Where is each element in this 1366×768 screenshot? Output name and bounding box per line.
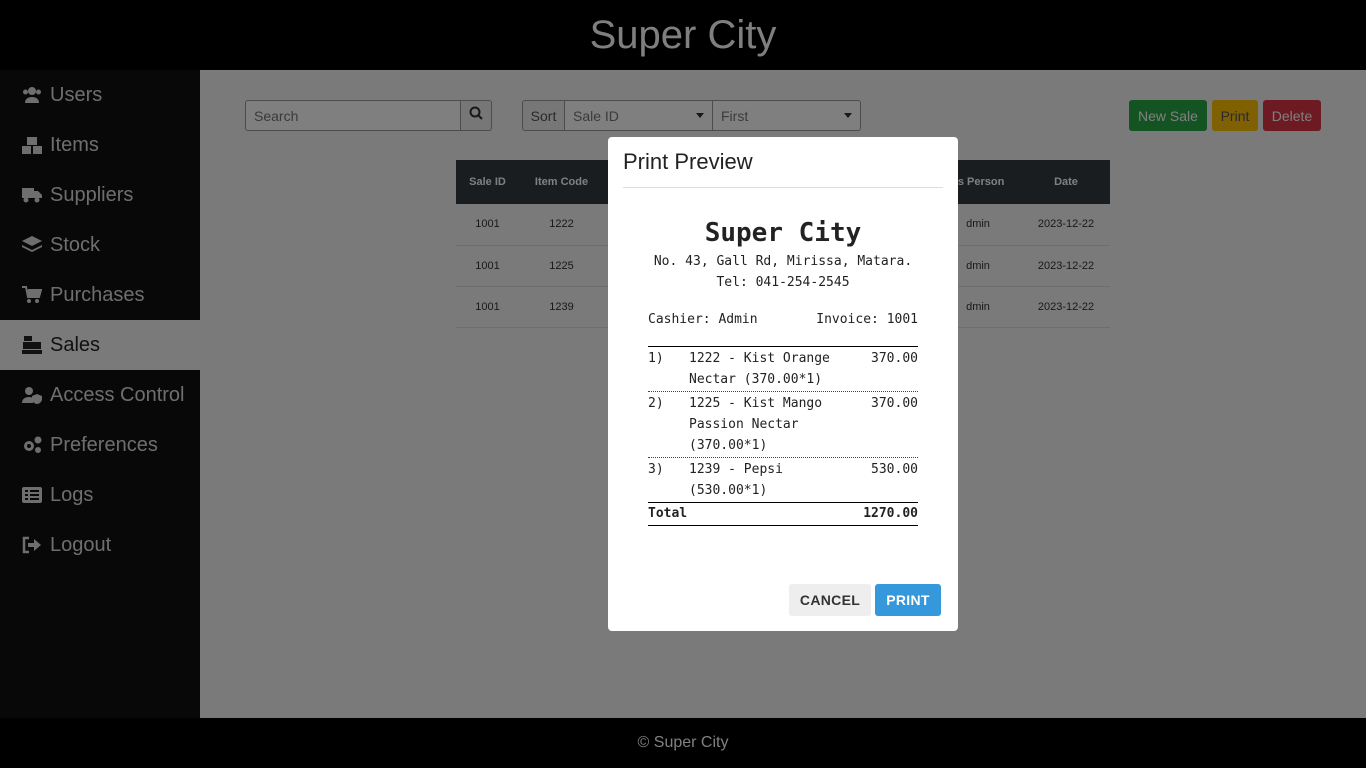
total-label: Total xyxy=(648,506,688,521)
confirm-print-button[interactable]: PRINT xyxy=(875,584,941,616)
item-number: 3) xyxy=(648,462,664,477)
total-amount: 1270.00 xyxy=(863,506,918,521)
item-description: 1239 - Pepsi (530.00*1) xyxy=(689,462,783,498)
receipt-item: 2) 1225 - Kist Mango Passion Nectar (370… xyxy=(648,392,918,458)
item-number: 2) xyxy=(648,396,664,411)
item-amount: 530.00 xyxy=(871,462,918,477)
receipt-address: No. 43, Gall Rd, Mirissa, Matara. xyxy=(653,254,913,269)
receipt-total-row: Total 1270.00 xyxy=(648,503,918,526)
divider xyxy=(623,187,943,188)
print-preview-dialog: Print Preview Super City No. 43, Gall Rd… xyxy=(608,137,958,631)
item-amount: 370.00 xyxy=(871,351,918,366)
receipt-phone: Tel: 041-254-2545 xyxy=(716,275,850,290)
receipt-items: 1) 1222 - Kist Orange Nectar (370.00*1) … xyxy=(648,346,918,526)
receipt: Super City No. 43, Gall Rd, Mirissa, Mat… xyxy=(648,215,918,526)
dialog-title: Print Preview xyxy=(623,149,753,174)
receipt-cashier: Cashier: Admin xyxy=(648,312,758,327)
receipt-item: 1) 1222 - Kist Orange Nectar (370.00*1) … xyxy=(648,347,918,392)
item-amount: 370.00 xyxy=(871,396,918,411)
receipt-meta: Cashier: Admin Invoice: 1001 xyxy=(648,312,918,328)
item-description: 1222 - Kist Orange Nectar (370.00*1) xyxy=(689,351,830,387)
item-description: 1225 - Kist Mango Passion Nectar (370.00… xyxy=(689,396,823,453)
receipt-invoice: Invoice: 1001 xyxy=(816,312,918,327)
item-number: 1) xyxy=(648,351,664,366)
receipt-store-name: Super City xyxy=(704,218,862,248)
cancel-button[interactable]: CANCEL xyxy=(789,584,871,616)
receipt-item: 3) 1239 - Pepsi (530.00*1) 530.00 xyxy=(648,458,918,503)
